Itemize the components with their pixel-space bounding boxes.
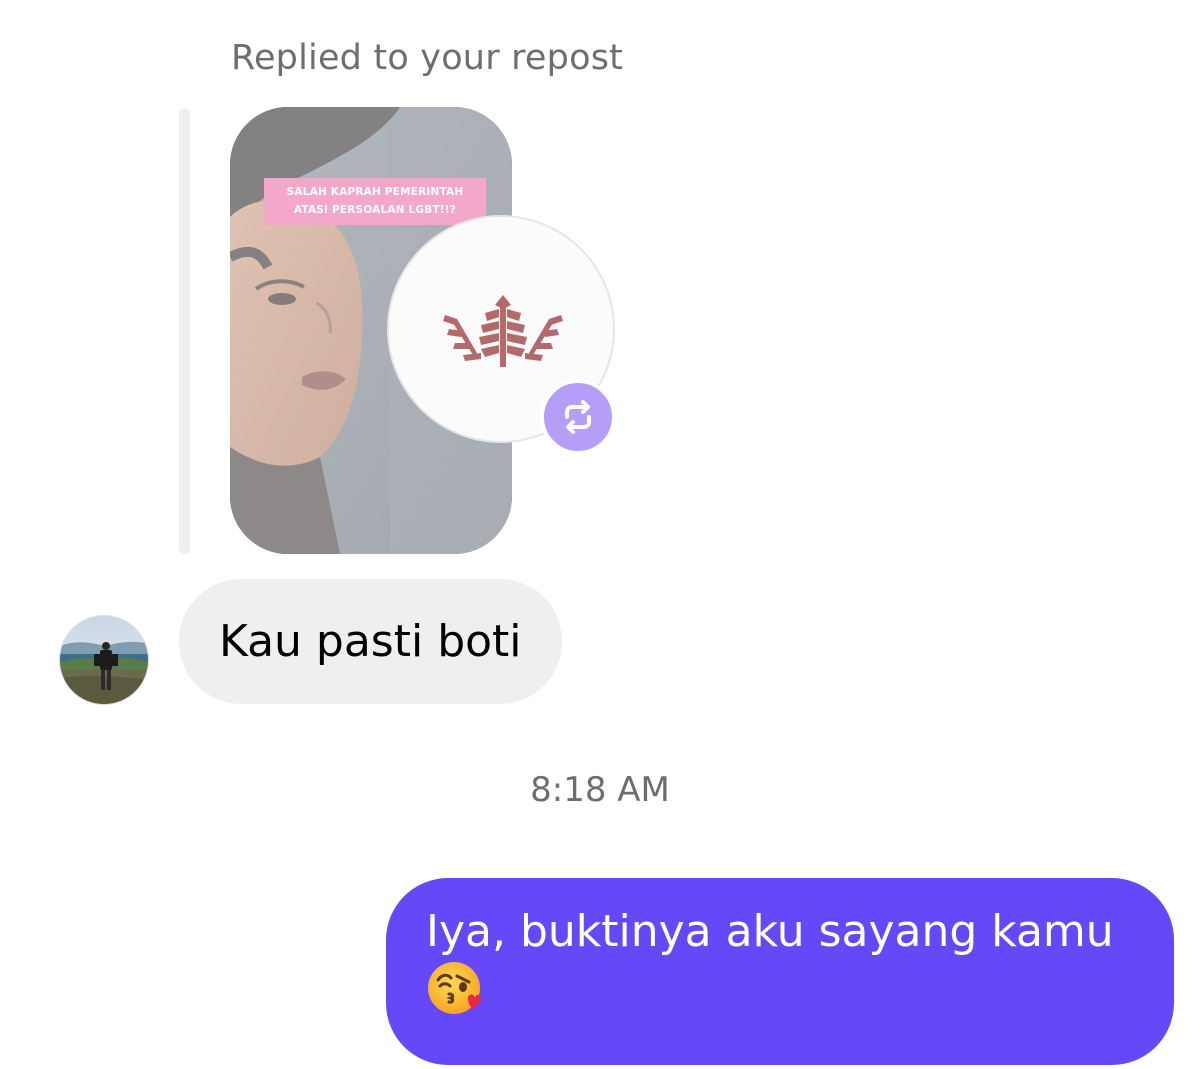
reply-indicator-line <box>179 108 190 554</box>
message-timestamp: 8:18 AM <box>530 770 670 810</box>
sender-avatar[interactable] <box>59 615 149 705</box>
outgoing-message-emoji-row <box>426 960 1134 1016</box>
reply-context-label: Replied to your repost <box>231 38 624 78</box>
sender-avatar-photo <box>60 616 148 704</box>
outgoing-message-text: Iya, buktinya aku sayang kamu <box>426 906 1114 957</box>
wheat-leaf-logo-icon <box>443 295 563 367</box>
chat-thread: Replied to your repost SALAH KAPRAH PEME… <box>0 0 1200 1069</box>
outgoing-message-bubble[interactable]: Iya, buktinya aku sayang kamu <box>386 878 1174 1065</box>
incoming-message-bubble[interactable]: Kau pasti boti <box>179 579 562 704</box>
repost-icon <box>565 400 591 434</box>
incoming-message-text: Kau pasti boti <box>219 616 522 667</box>
repost-caption-line-2: ATASI PERSOALAN LGBT!!? <box>293 204 457 216</box>
repost-badge <box>540 379 616 455</box>
repost-caption: SALAH KAPRAH PEMERINTAH ATASI PERSOALAN … <box>264 178 486 225</box>
repost-caption-line-1: SALAH KAPRAH PEMERINTAH <box>286 186 464 198</box>
face-blowing-a-kiss-icon <box>428 962 482 1014</box>
